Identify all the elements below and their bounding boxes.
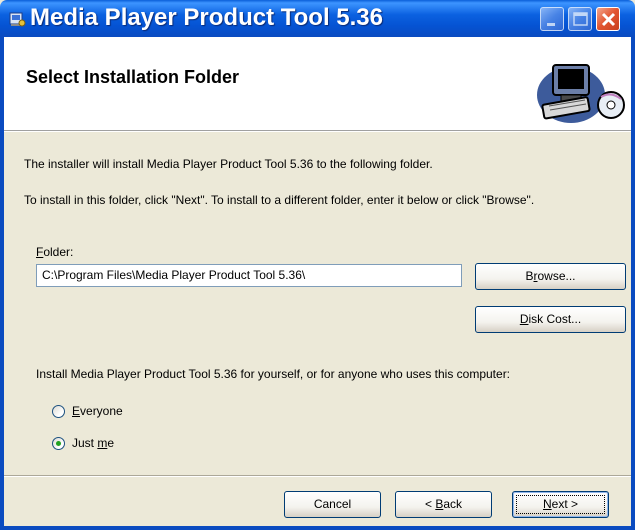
- back-button[interactable]: < Back: [395, 491, 492, 518]
- close-button[interactable]: [596, 7, 620, 31]
- footer-separator: [4, 475, 631, 477]
- just-me-radio-dot: [56, 441, 61, 446]
- just-me-radio-label[interactable]: Just me: [72, 436, 114, 450]
- install-for-prompt: Install Media Player Product Tool 5.36 f…: [36, 367, 511, 381]
- just-me-accesskey: m: [97, 436, 108, 450]
- next-button-focus-ring: [516, 495, 605, 514]
- disk-cost-label-post: isk Cost...: [528, 312, 582, 326]
- everyone-radio-label[interactable]: Everyone: [72, 404, 123, 418]
- title-bar[interactable]: Media Player Product Tool 5.36: [0, 0, 635, 37]
- browse-label-post: owse...: [537, 269, 576, 283]
- everyone-radio[interactable]: [52, 405, 65, 418]
- folder-label: Folder:: [36, 245, 73, 259]
- maximize-icon: [573, 12, 588, 26]
- cancel-button[interactable]: Cancel: [284, 491, 381, 518]
- folder-label-text: older:: [43, 245, 74, 259]
- instructions-text: To install in this folder, click "Next".…: [24, 193, 535, 207]
- window-frame-bottom: [0, 526, 635, 530]
- back-label-pre: <: [424, 497, 436, 511]
- folder-path-input[interactable]: C:\Program Files\Media Player Product To…: [36, 264, 462, 287]
- maximize-button[interactable]: [568, 7, 592, 31]
- installer-app-icon: [9, 12, 26, 27]
- intro-text: The installer will install Media Player …: [24, 157, 433, 171]
- window-title: Media Player Product Tool 5.36: [30, 4, 383, 31]
- just-me-label-rest: e: [107, 436, 115, 450]
- disk-cost-button[interactable]: Disk Cost...: [475, 306, 626, 333]
- just-me-label-pre: Just: [72, 436, 98, 450]
- installer-window: Media Player Product Tool 5.36 Select In…: [0, 0, 635, 530]
- everyone-accesskey: E: [72, 404, 81, 418]
- back-label-post: ack: [443, 497, 463, 511]
- window-frame-right: [631, 37, 635, 530]
- page-title: Select Installation Folder: [26, 67, 240, 87]
- browse-label-pre: B: [525, 269, 534, 283]
- close-icon: [601, 12, 616, 27]
- just-me-radio[interactable]: [52, 437, 65, 450]
- everyone-label-rest: veryone: [80, 404, 123, 418]
- next-button[interactable]: Next >: [512, 491, 609, 518]
- computer-with-cd-icon: [537, 64, 625, 123]
- browse-button[interactable]: Browse...: [475, 263, 626, 290]
- minimize-button[interactable]: [540, 7, 564, 31]
- minimize-icon: [547, 23, 555, 26]
- header-banner: Select Installation Folder: [4, 37, 631, 131]
